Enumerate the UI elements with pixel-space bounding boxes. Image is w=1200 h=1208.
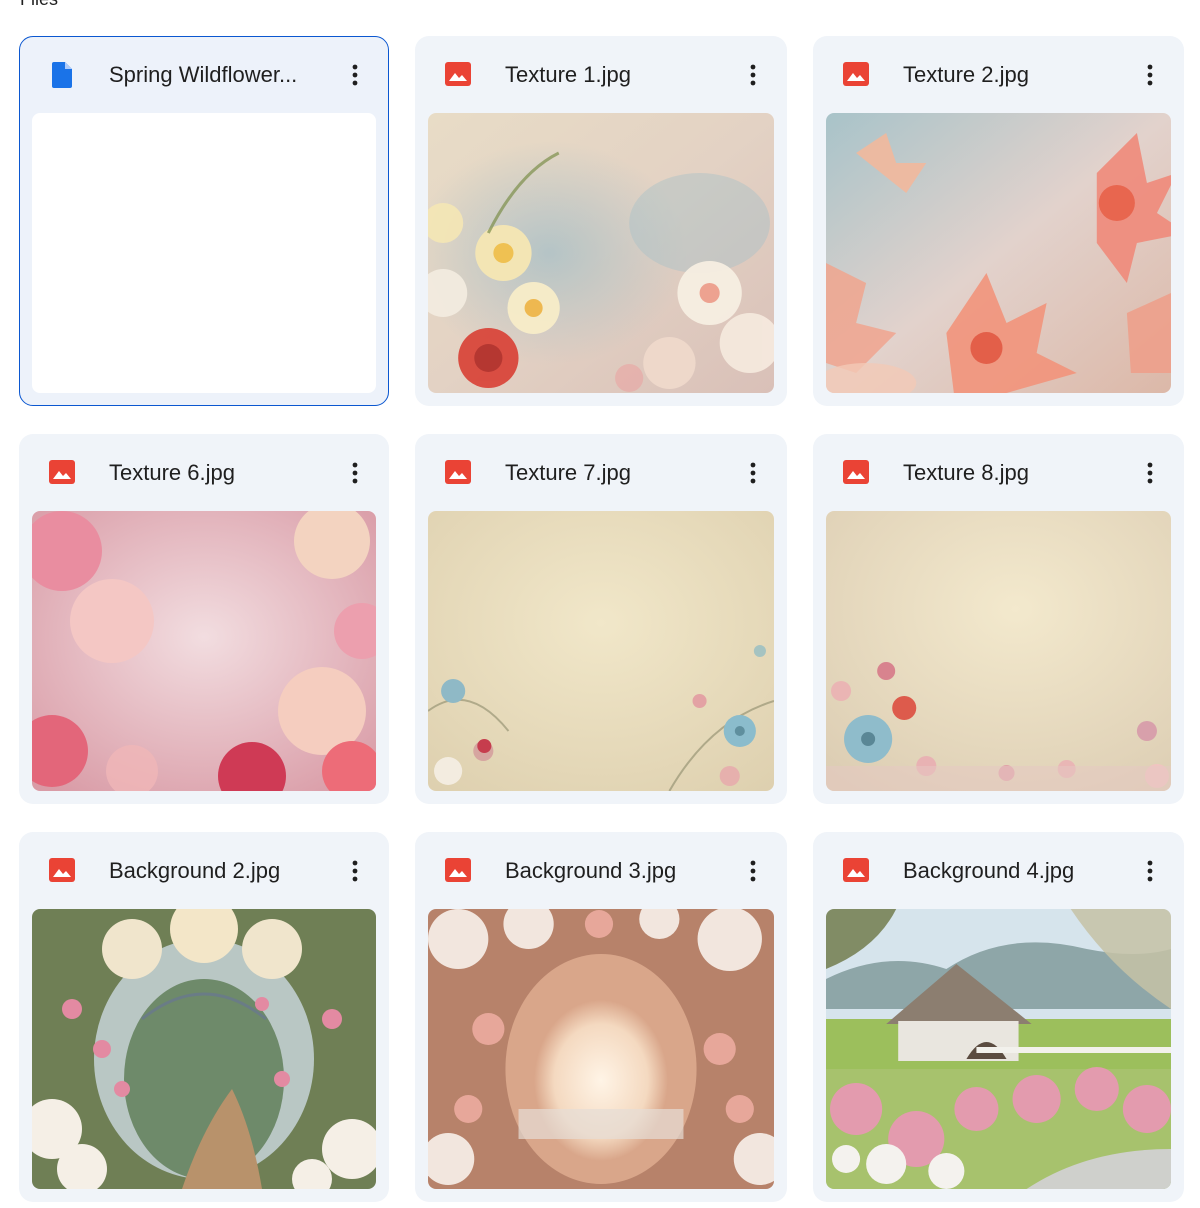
file-card-header: Texture 7.jpg	[415, 434, 787, 510]
more-options-icon[interactable]	[741, 458, 765, 488]
file-thumbnail	[428, 113, 774, 393]
file-card-spring-wildflower[interactable]: Spring Wildflower...	[19, 36, 389, 406]
section-title: Files	[20, 0, 58, 8]
file-thumbnail	[826, 909, 1171, 1189]
more-options-icon[interactable]	[741, 60, 765, 90]
file-card-header: Texture 1.jpg	[415, 36, 787, 112]
image-file-icon	[445, 460, 473, 486]
file-thumbnail	[826, 511, 1171, 791]
file-name: Texture 6.jpg	[109, 460, 235, 485]
image-file-icon	[843, 858, 871, 884]
image-file-icon	[843, 62, 871, 88]
file-name: Texture 7.jpg	[505, 460, 631, 485]
image-file-icon	[445, 858, 473, 884]
file-thumbnail	[32, 511, 376, 791]
file-card-background-3[interactable]: Background 3.jpg	[415, 832, 787, 1202]
file-card-header: Texture 2.jpg	[813, 36, 1184, 112]
file-card-header: Background 4.jpg	[813, 832, 1184, 908]
file-card-background-2[interactable]: Background 2.jpg	[19, 832, 389, 1202]
more-options-icon[interactable]	[1138, 856, 1162, 886]
file-thumbnail	[32, 909, 376, 1189]
file-card-texture-2[interactable]: Texture 2.jpg	[813, 36, 1184, 406]
file-name: Texture 2.jpg	[903, 62, 1029, 87]
more-options-icon[interactable]	[1138, 458, 1162, 488]
google-docs-icon	[49, 62, 77, 88]
image-file-icon	[49, 858, 77, 884]
file-name: Texture 1.jpg	[505, 62, 631, 87]
file-name: Spring Wildflower...	[109, 62, 298, 87]
file-card-header: Texture 8.jpg	[813, 434, 1184, 510]
image-file-icon	[49, 460, 77, 486]
file-card-header: Texture 6.jpg	[19, 434, 389, 510]
file-name: Background 2.jpg	[109, 858, 281, 883]
file-thumbnail	[32, 113, 376, 393]
file-name: Background 4.jpg	[903, 858, 1075, 883]
file-card-texture-1[interactable]: Texture 1.jpg	[415, 36, 787, 406]
file-thumbnail	[428, 909, 774, 1189]
image-file-icon	[445, 62, 473, 88]
file-grid: Spring Wildflower... Texture 1.jpg Textu…	[19, 36, 1184, 1202]
file-thumbnail	[826, 113, 1171, 393]
file-thumbnail	[428, 511, 774, 791]
more-options-icon[interactable]	[1138, 60, 1162, 90]
more-options-icon[interactable]	[343, 458, 367, 488]
file-card-header: Spring Wildflower...	[20, 37, 388, 113]
file-card-background-4[interactable]: Background 4.jpg	[813, 832, 1184, 1202]
file-name: Texture 8.jpg	[903, 460, 1029, 485]
file-card-texture-8[interactable]: Texture 8.jpg	[813, 434, 1184, 804]
more-options-icon[interactable]	[741, 856, 765, 886]
more-options-icon[interactable]	[343, 60, 367, 90]
file-card-header: Background 3.jpg	[415, 832, 787, 908]
more-options-icon[interactable]	[343, 856, 367, 886]
file-card-texture-6[interactable]: Texture 6.jpg	[19, 434, 389, 804]
image-file-icon	[843, 460, 871, 486]
file-card-texture-7[interactable]: Texture 7.jpg	[415, 434, 787, 804]
file-name: Background 3.jpg	[505, 858, 677, 883]
file-card-header: Background 2.jpg	[19, 832, 389, 908]
